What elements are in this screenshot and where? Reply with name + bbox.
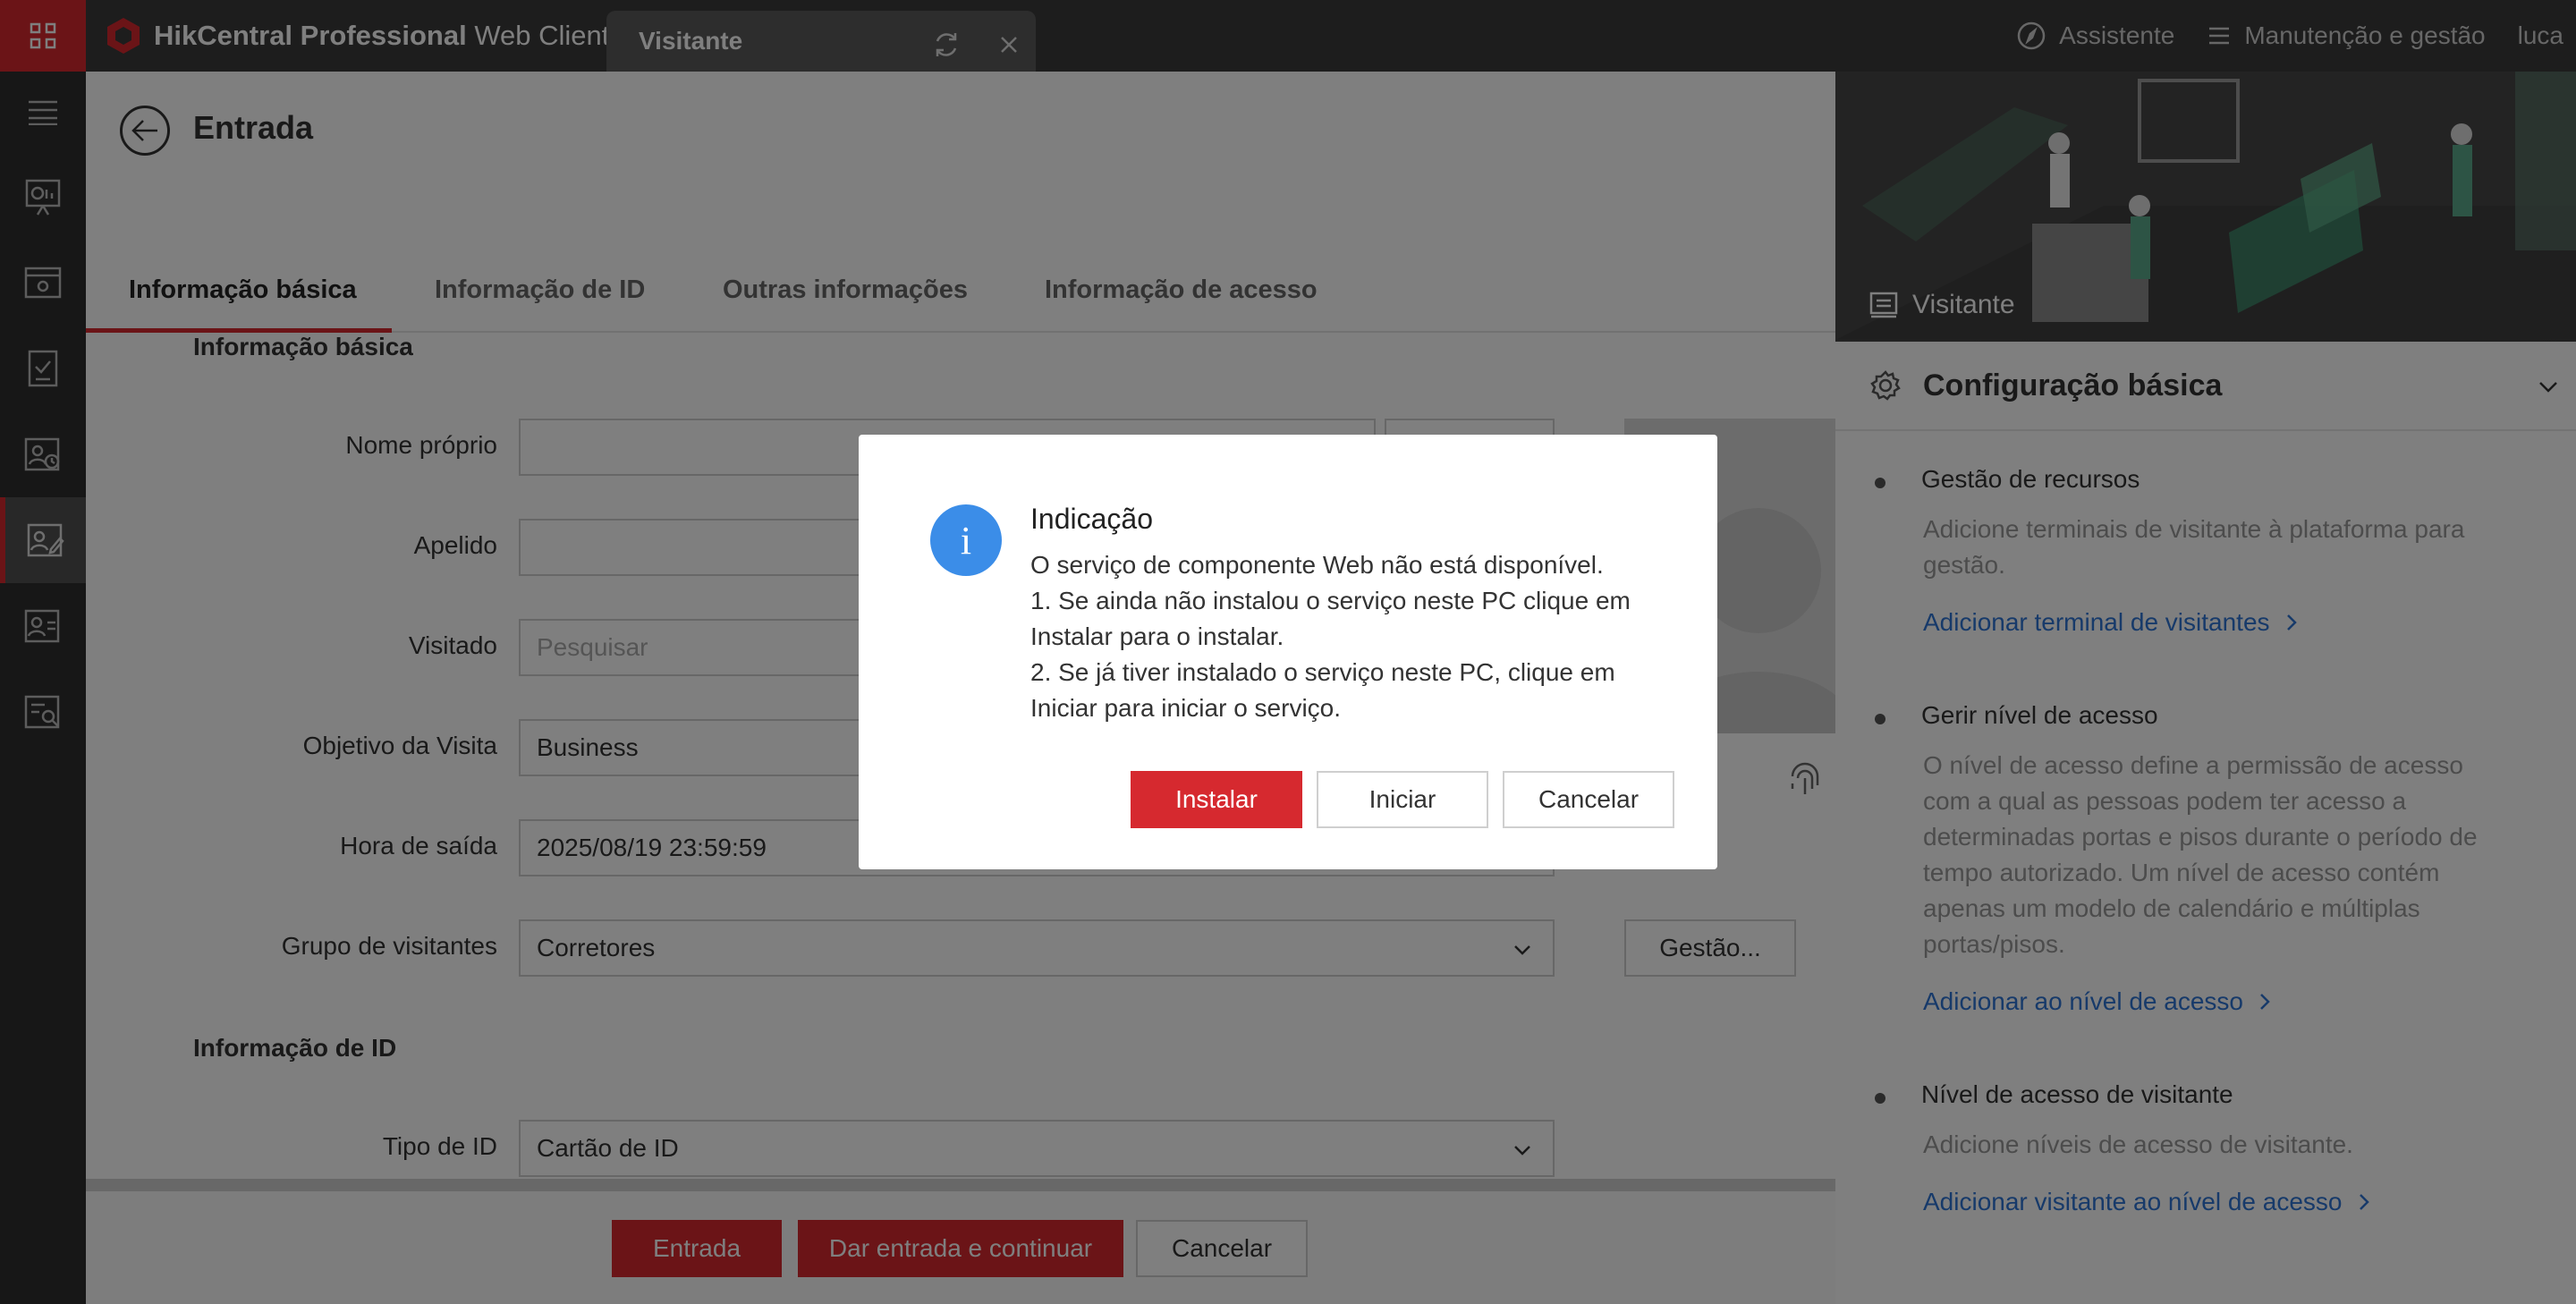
dialog-line: O serviço de componente Web não está dis… bbox=[1030, 551, 1604, 579]
dialog-cancel-button[interactable]: Cancelar bbox=[1503, 771, 1674, 828]
dialog-message: O serviço de componente Web não está dis… bbox=[1030, 547, 1674, 726]
web-component-dialog: i Indicação O serviço de componente Web … bbox=[859, 435, 1717, 869]
dialog-line: 1. Se ainda não instalou o serviço neste… bbox=[1030, 587, 1631, 614]
info-icon: i bbox=[930, 504, 1002, 576]
start-button[interactable]: Iniciar bbox=[1317, 771, 1488, 828]
dialog-title: Indicação bbox=[1030, 503, 1153, 535]
dialog-line: 2. Se já tiver instalado o serviço neste… bbox=[1030, 658, 1615, 686]
dialog-line: Iniciar para iniciar o serviço. bbox=[1030, 694, 1342, 722]
dialog-line: Instalar para o instalar. bbox=[1030, 622, 1284, 650]
install-button[interactable]: Instalar bbox=[1131, 771, 1302, 828]
